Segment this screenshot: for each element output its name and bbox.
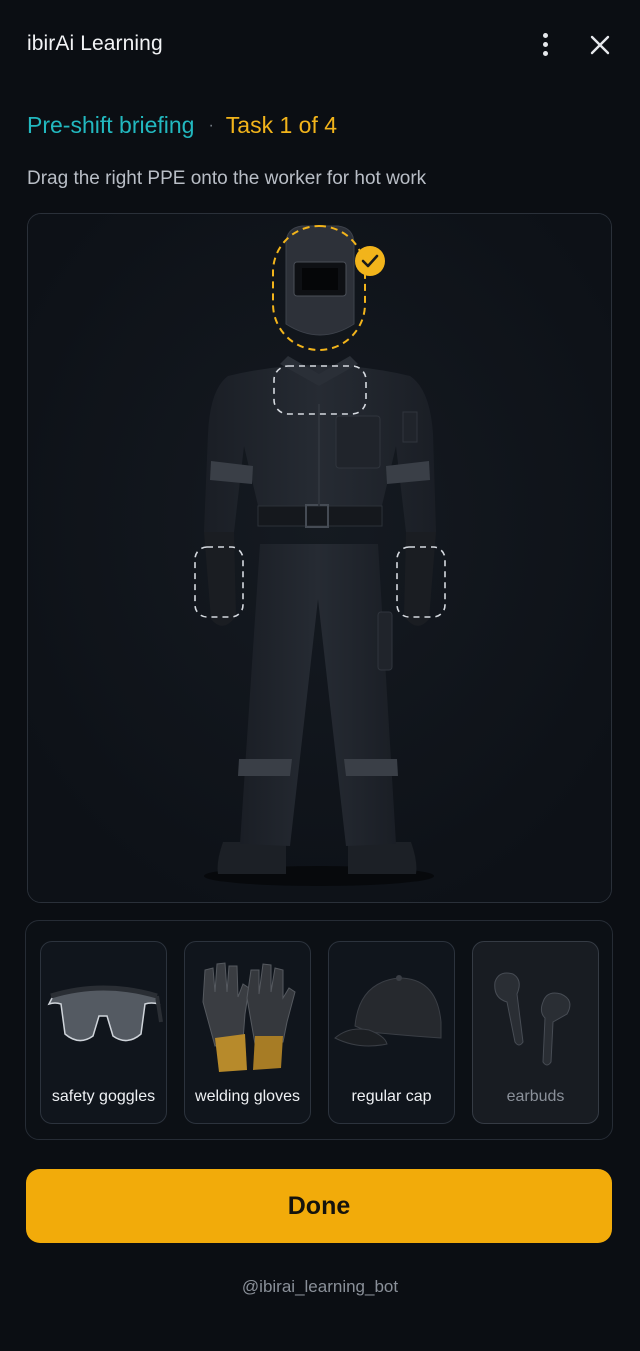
ppe-item-safety-goggles[interactable]: safety goggles (40, 941, 167, 1124)
done-button[interactable]: Done (26, 1169, 612, 1243)
vertical-ellipsis-icon[interactable] (532, 30, 560, 60)
ppe-tray: safety goggles welding gloves regular ca… (25, 920, 613, 1140)
check-badge-icon (355, 246, 385, 276)
worker-stage (27, 213, 612, 903)
breadcrumb-separator: · (208, 117, 214, 134)
worker-illustration (28, 214, 611, 902)
ppe-item-earbuds[interactable]: earbuds (472, 941, 599, 1124)
safety-goggles-icon (47, 985, 163, 1042)
earbuds-icon (494, 972, 571, 1066)
ppe-item-regular-cap[interactable]: regular cap (328, 941, 455, 1124)
instruction-text: Drag the right PPE onto the worker for h… (27, 168, 427, 189)
ppe-item-welding-gloves[interactable]: welding gloves (184, 941, 311, 1124)
close-icon[interactable] (586, 31, 614, 59)
task-progress: Task 1 of 4 (225, 112, 338, 138)
item-label: earbuds (506, 1088, 565, 1105)
item-label: regular cap (351, 1088, 432, 1105)
app-title: ibirAi Learning (27, 32, 163, 55)
breadcrumb-section: Pre-shift briefing (27, 112, 195, 138)
top-bar: ibirAi Learning (0, 0, 640, 90)
item-label: welding gloves (195, 1088, 300, 1105)
bot-handle: @ibirai_learning_bot (241, 1277, 399, 1296)
baseball-cap-icon (334, 975, 442, 1047)
item-label: safety goggles (51, 1088, 156, 1105)
breadcrumb: Pre-shift briefing · Task 1 of 4 (27, 112, 337, 139)
welding-gloves-icon (202, 962, 296, 1072)
